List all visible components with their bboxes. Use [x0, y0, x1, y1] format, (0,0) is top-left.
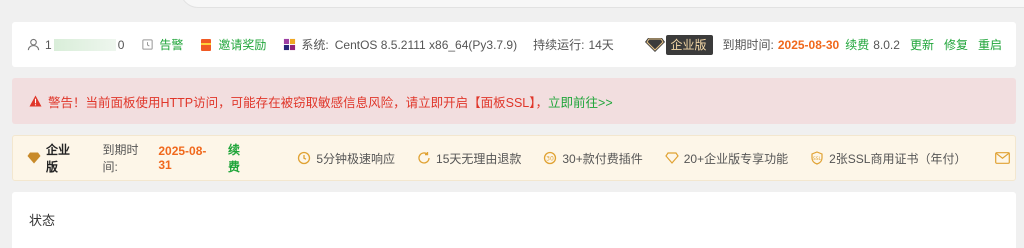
alarm-label: 告警: [159, 38, 184, 52]
update-link[interactable]: 更新: [910, 36, 934, 53]
system-value: CentOS 8.5.2111 x86_64(Py3.7.9): [334, 37, 518, 52]
user-prefix: 1: [45, 37, 52, 52]
user-info[interactable]: 1 0: [26, 38, 124, 52]
crown-diamond-icon: [27, 151, 41, 165]
status-title: 状态: [29, 213, 56, 228]
feature-exclusive: 20+企业版专享功能: [664, 150, 789, 167]
feature-ssl: SSL 2张SSL商用证书（年付）: [810, 150, 966, 167]
feature-refund: 15天无理由退款: [417, 150, 521, 167]
fast-response-icon: [297, 151, 311, 165]
top-strip: [0, 0, 1024, 12]
enterprise-title-text: 企业版: [46, 143, 71, 174]
feature-refund-text: 15天无理由退款: [436, 151, 522, 166]
header-bar: 1 0 告警 邀请奖励 系统: CentOS 8.5.2111 x86_64(P…: [12, 22, 1016, 67]
ent-expire-label: 到期时间:: [102, 143, 139, 174]
diamond-outline-icon: [664, 151, 679, 165]
enterprise-title: 企业版: [27, 141, 80, 175]
edition-badge: 企业版: [666, 34, 713, 55]
feature-plugins: 30 30+款付费插件: [543, 150, 643, 167]
top-strip-arc: [180, 0, 1024, 8]
renew-link[interactable]: 续费: [845, 36, 869, 53]
gift-icon: [199, 38, 213, 52]
svg-text:30: 30: [547, 156, 555, 163]
masked-username: [53, 38, 116, 51]
feature-plugins-text: 30+款付费插件: [562, 151, 643, 166]
invite-label: 邀请奖励: [218, 38, 267, 52]
uptime-label: 持续运行:: [533, 38, 585, 52]
header-right-group: 企业版 到期时间: 2025-08-30 续费 8.0.2 更新 修复 重启: [644, 34, 1002, 55]
svg-text:SSL: SSL: [813, 156, 822, 162]
repair-link[interactable]: 修复: [944, 36, 968, 53]
warning-text: 警告！当前面板使用HTTP访问，可能存在被窃取敏感信息风险，请立即开启【面板SS…: [48, 95, 549, 110]
ssl-warning-banner: 警告！当前面板使用HTTP访问，可能存在被窃取敏感信息风险，请立即开启【面板SS…: [12, 78, 1016, 124]
feature-fast-response-text: 5分钟极速响应: [316, 151, 396, 166]
system-label: 系统:: [301, 38, 329, 52]
alarm-clock-icon: [140, 38, 154, 52]
version-text: 8.0.2: [873, 37, 900, 52]
mail-icon[interactable]: [994, 151, 1010, 165]
ent-expire-date: 2025-08-31: [158, 144, 207, 172]
uptime-info: 持续运行: 14天: [533, 36, 614, 53]
invite-reward-link[interactable]: 邀请奖励: [199, 36, 266, 53]
ssl-go-link[interactable]: 立即前往>>: [548, 92, 613, 111]
feature-ssl-text: 2张SSL商用证书（年付）: [829, 151, 967, 166]
feature-fast-response: 5分钟极速响应: [297, 150, 395, 167]
expire-label: 到期时间:: [722, 38, 774, 52]
user-suffix: 0: [117, 37, 125, 52]
ent-renew-link[interactable]: 续费: [228, 141, 251, 175]
ssl-certificate-icon: SSL: [810, 151, 824, 165]
diamond-icon: [644, 37, 666, 52]
alarm-link[interactable]: 告警: [140, 36, 183, 53]
enterprise-bar: 企业版 到期时间: 2025-08-31 续费 5分钟极速响应 15天无理由退款…: [12, 135, 1016, 181]
plugin-icon: 30: [543, 151, 557, 165]
status-panel: 状态: [12, 192, 1016, 248]
warning-icon: [28, 94, 42, 108]
os-icon: [282, 38, 296, 52]
feature-exclusive-text: 20+企业版专享功能: [683, 151, 789, 166]
system-info: 系统: CentOS 8.5.2111 x86_64(Py3.7.9): [282, 36, 517, 53]
restart-link[interactable]: 重启: [978, 36, 1002, 53]
refund-icon: [417, 151, 431, 165]
uptime-value: 14天: [588, 38, 614, 52]
user-icon: [26, 38, 40, 52]
expire-date: 2025-08-30: [777, 37, 840, 52]
